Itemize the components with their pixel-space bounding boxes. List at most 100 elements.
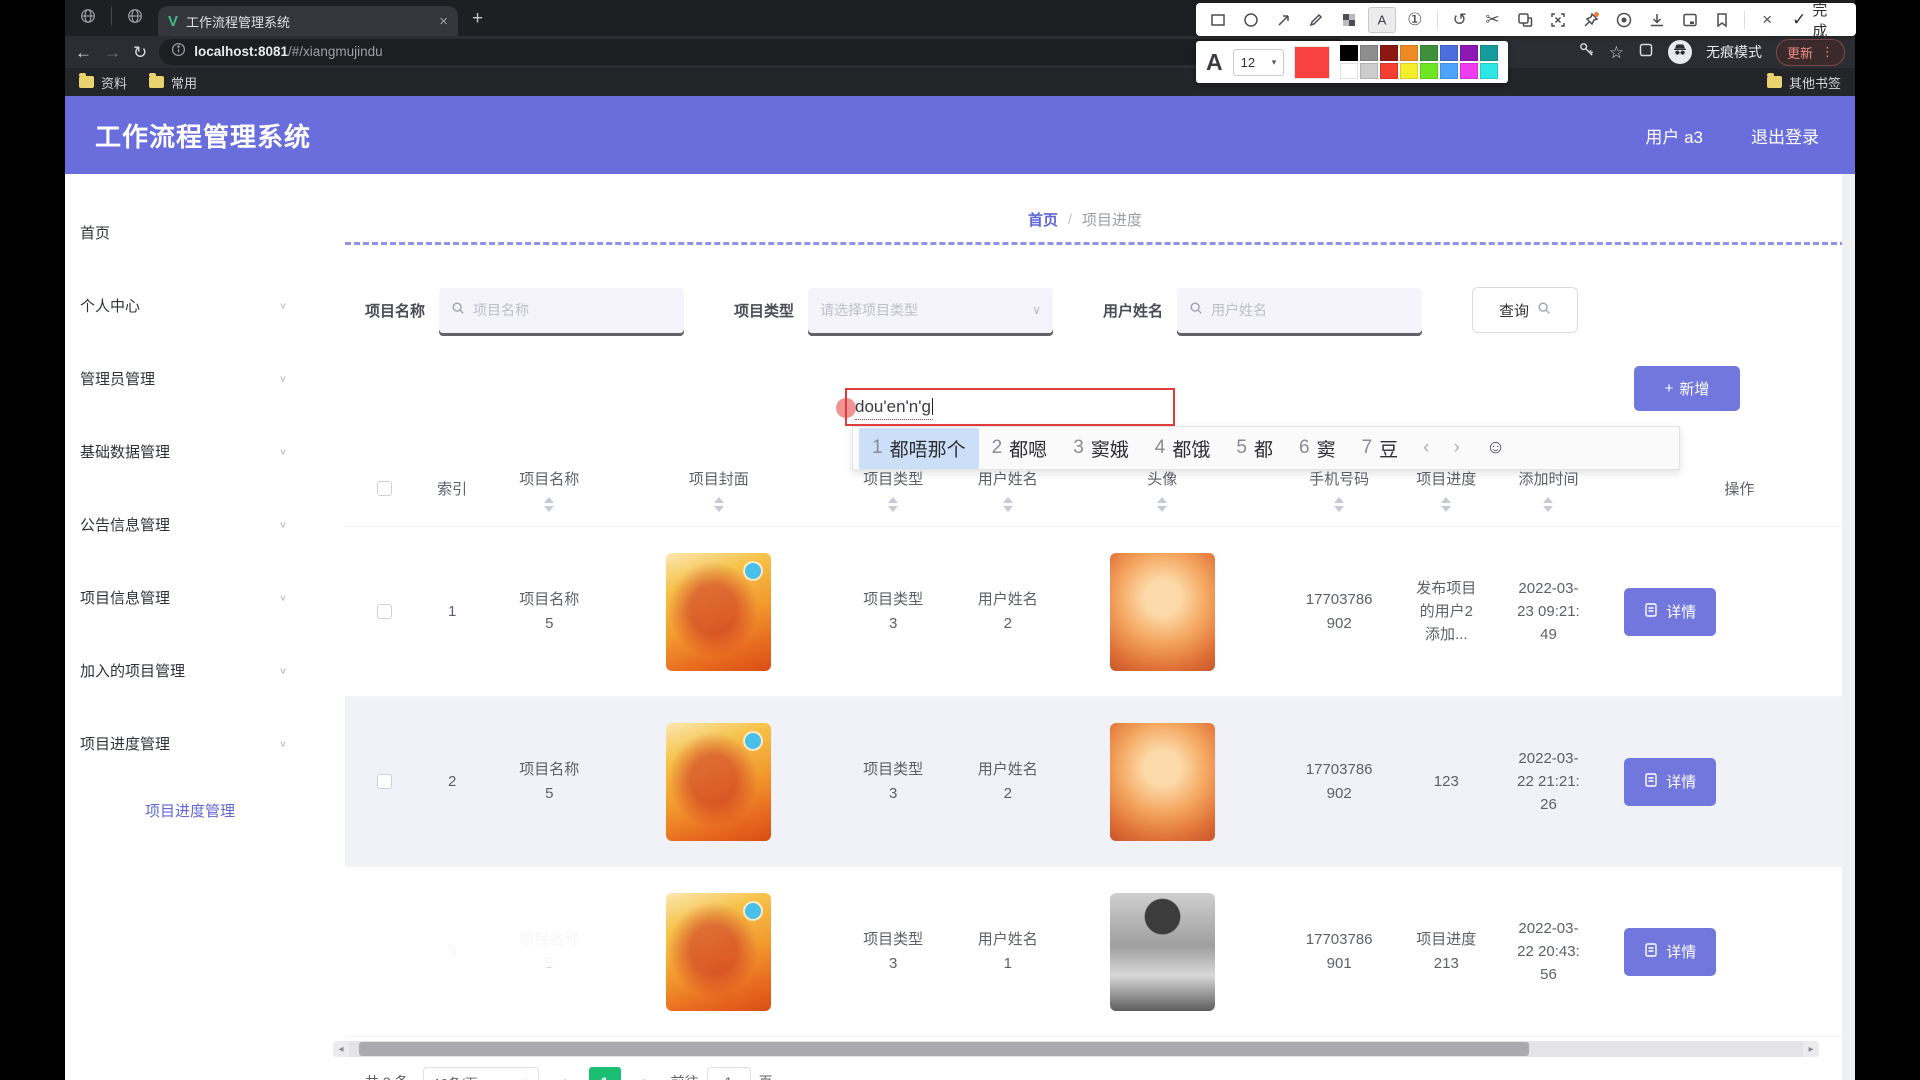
download-tool-icon[interactable] [1643,7,1671,33]
scroll-left-icon[interactable]: ◂ [333,1044,349,1055]
sidebar-item-6[interactable]: 项目信息管理∨ [65,561,315,634]
incognito-avatar[interactable] [1668,40,1692,64]
forward-icon[interactable]: → [104,44,121,61]
row-checkbox[interactable] [377,774,392,789]
translate-tool-icon[interactable] [1511,7,1539,33]
sidebar-item-8[interactable]: 项目进度管理∨ [65,707,315,780]
undo-tool-icon[interactable]: ↺ [1446,7,1474,33]
palette-color-swatch[interactable] [1340,45,1358,61]
sort-icons[interactable] [714,497,724,512]
mosaic-tool-icon[interactable] [1335,7,1363,33]
palette-color-swatch[interactable] [1460,63,1478,79]
sidebar-item-1[interactable]: 首页 [65,196,315,269]
cancel-tool-icon[interactable]: × [1753,7,1781,33]
address-bar[interactable]: localhost:8081/#/xiangmujindu [159,39,1349,65]
horizontal-scrollbar[interactable]: ◂ ▸ [333,1041,1819,1057]
sidebar-item-3[interactable]: 管理员管理∨ [65,342,315,415]
detail-button[interactable]: 详情 [1624,758,1716,806]
palette-color-swatch[interactable] [1340,63,1358,79]
prev-page-button[interactable]: ‹ [553,1072,575,1080]
select-all-checkbox[interactable] [377,481,392,496]
user-name-input[interactable] [1211,302,1410,318]
palette-color-swatch[interactable] [1440,63,1458,79]
sort-icons[interactable] [1543,497,1553,512]
column-header[interactable]: 手机号码 [1277,464,1402,512]
palette-color-swatch[interactable] [1480,63,1498,79]
row-checkbox[interactable] [377,604,392,619]
font-size-select[interactable]: 12 ▾ [1233,49,1285,76]
column-header[interactable]: 头像 [1048,464,1277,512]
column-header[interactable]: 项目封面 [619,464,818,512]
palette-color-swatch[interactable] [1360,45,1378,61]
sidebar-item-5[interactable]: 公告信息管理∨ [65,488,315,561]
pinned-tab-2[interactable] [118,4,152,32]
palette-color-swatch[interactable] [1400,45,1418,61]
sort-icons[interactable] [888,497,898,512]
logout-link[interactable]: 退出登录 [1751,123,1819,148]
cut-tool-icon[interactable]: ✂ [1479,7,1507,33]
text-tool-icon[interactable]: A [1368,7,1396,33]
palette-color-swatch[interactable] [1480,45,1498,61]
column-header[interactable]: 项目进度 [1401,464,1491,512]
bookmark-item[interactable]: 资料 [79,73,127,92]
palette-color-swatch[interactable] [1440,45,1458,61]
sidebar-item-4[interactable]: 基础数据管理∨ [65,415,315,488]
ime-candidate[interactable]: 1都唔那个 [859,428,979,469]
sort-icons[interactable] [1441,497,1451,512]
sidebar-submenu-active[interactable]: 项目进度管理 [65,780,315,840]
done-button[interactable]: ✓完成 [1786,0,1848,41]
scroll-right-icon[interactable]: ▸ [1803,1044,1819,1055]
ocr-tool-icon[interactable] [1544,7,1572,33]
column-header[interactable]: 用户姓名 [968,464,1048,512]
next-page-button[interactable]: › [635,1072,657,1080]
tab-close-icon[interactable]: × [439,14,448,29]
text-annotation-box[interactable]: dou'en'n'g [845,388,1175,426]
column-header[interactable]: 项目类型 [818,464,968,512]
ime-candidate[interactable]: 6窦 [1286,428,1349,469]
ime-candidate[interactable]: 3窦娥 [1060,428,1142,469]
ime-candidate[interactable]: 2都嗯 [979,428,1061,469]
emoji-icon[interactable]: ☺ [1486,437,1505,459]
record-tool-icon[interactable] [1610,7,1638,33]
sidebar-item-2[interactable]: 个人中心∨ [65,269,315,342]
bookmark-star-icon[interactable]: ☆ [1609,44,1624,61]
breadcrumb-home[interactable]: 首页 [1028,209,1058,230]
column-header[interactable]: 项目名称 [480,464,620,512]
pen-tool-icon[interactable] [1302,7,1330,33]
ime-candidate[interactable]: 5都 [1223,428,1286,469]
update-button[interactable]: 更新 ⋮ [1776,39,1845,66]
menu-dots-icon[interactable]: ⋮ [1821,44,1834,60]
new-tab-button[interactable]: + [472,8,483,30]
info-icon[interactable] [171,42,186,62]
sidebar-item-7[interactable]: 加入的项目管理∨ [65,634,315,707]
active-tab[interactable]: V 工作流程管理系统 × [158,6,458,36]
ellipse-tool-icon[interactable] [1237,7,1265,33]
sort-icons[interactable] [1334,497,1344,512]
goto-page-input[interactable] [707,1067,751,1080]
bookmark-tool-icon[interactable] [1708,7,1736,33]
page-size-select[interactable]: 10条/页 ∨ [423,1067,539,1080]
project-name-input[interactable] [473,302,672,318]
rect-tool-icon[interactable] [1204,7,1232,33]
arrow-tool-icon[interactable] [1270,7,1298,33]
ime-next-icon[interactable]: › [1441,437,1471,459]
palette-color-swatch[interactable] [1420,45,1438,61]
column-header[interactable]: 添加时间 [1491,464,1606,512]
sort-icons[interactable] [1003,497,1013,512]
project-type-select[interactable]: 请选择项目类型 ∨ [808,288,1053,333]
window-icon[interactable] [1638,42,1654,63]
bookmark-item[interactable]: 常用 [149,73,197,92]
detail-button[interactable]: 详情 [1624,588,1716,636]
detail-button[interactable]: 详情 [1624,928,1716,976]
number-tool-icon[interactable]: ① [1401,7,1429,33]
ime-prev-icon[interactable]: ‹ [1411,437,1441,459]
annotation-handle[interactable] [836,398,856,418]
float-window-tool-icon[interactable] [1676,7,1704,33]
palette-color-swatch[interactable] [1360,63,1378,79]
reload-icon[interactable]: ↻ [133,44,147,61]
other-bookmarks[interactable]: 其他书签 [1767,73,1841,92]
add-button[interactable]: + 新增 [1634,366,1740,411]
current-color-swatch[interactable] [1294,46,1330,79]
scrollbar-thumb[interactable] [359,1042,1529,1056]
vertical-scrollbar[interactable] [1842,174,1855,1080]
